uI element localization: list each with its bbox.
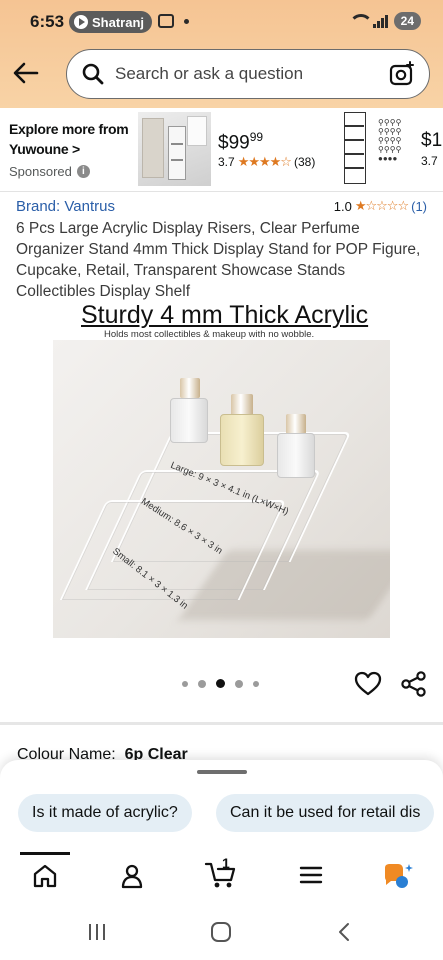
info-icon[interactable]: i (76, 165, 90, 178)
image-heading: Sturdy 4 mm Thick Acrylic (81, 301, 369, 329)
sponsored-label[interactable]: Sponsored i (9, 164, 90, 179)
chevron-right-icon: > (71, 141, 80, 157)
status-bar: 6:53 Shatranj 24 (0, 0, 443, 44)
product-title: 6 Pcs Large Acrylic Display Risers, Clea… (16, 220, 421, 300)
menu-icon[interactable] (298, 862, 324, 888)
notification-dot-icon (184, 19, 189, 24)
system-indicators: 24 (348, 12, 421, 30)
product-photo: Large: 9 × 3 × 4.1 in (L×W×H) Medium: 8.… (53, 340, 390, 638)
back-arrow-icon[interactable] (13, 62, 39, 84)
carousel-dot[interactable] (253, 680, 259, 687)
sponsored-product-rating: 3.7 ★★★★☆ (38) (218, 154, 316, 169)
sponsored-product-price: $9999 (218, 130, 264, 154)
home-icon[interactable] (31, 862, 59, 890)
image-subheading: Holds most collectibles & makeup with no… (104, 329, 315, 340)
screen-share-chip[interactable]: Shatranj (69, 11, 153, 33)
share-icon[interactable] (400, 670, 428, 698)
search-icon (82, 63, 104, 85)
product-rating[interactable]: 1.0 ★☆☆☆☆ (1) (334, 198, 427, 214)
status-time: 6:53 (30, 12, 65, 31)
wifi-icon (348, 14, 373, 28)
section-divider (0, 722, 443, 725)
screen-share-label: Shatranj (92, 14, 145, 30)
system-navigation-bar (0, 902, 443, 960)
account-icon[interactable] (118, 862, 146, 890)
screenshot-icon (158, 14, 174, 28)
perfume-bottle (170, 398, 208, 443)
carousel-dot-active[interactable] (216, 679, 225, 688)
rufus-assistant-icon[interactable] (382, 862, 414, 890)
perfume-bottle (220, 414, 264, 466)
star-rating-icon: ★☆☆☆☆ (354, 198, 409, 213)
cart-button[interactable]: 1 (204, 855, 238, 895)
battery-icon: 24 (393, 12, 421, 30)
home-button-icon[interactable] (210, 922, 232, 942)
search-row: Search or ask a question (0, 46, 443, 102)
carousel-dot[interactable] (198, 679, 206, 688)
heart-icon[interactable] (354, 670, 382, 698)
sponsored-product-price-2: $1 (421, 130, 443, 151)
ask-suggestions-sheet: Is it made of acrylic? Can it be used fo… (0, 760, 443, 852)
cart-count: 1 (222, 855, 230, 871)
system-back-icon[interactable] (336, 922, 352, 942)
active-tab-indicator (20, 852, 70, 855)
cart-icon (204, 862, 236, 888)
bottom-navigation: 1 (0, 852, 443, 902)
search-placeholder: Search or ask a question (115, 64, 304, 83)
recent-apps-icon[interactable] (86, 922, 108, 942)
sponsored-banner[interactable]: Explore more from Yuwoune > Sponsored i … (0, 108, 443, 192)
star-rating-icon: ★★★★☆ (237, 154, 292, 169)
search-input[interactable]: Search or ask a question (66, 49, 430, 99)
carousel-dot[interactable] (182, 680, 188, 687)
camera-search-icon[interactable] (389, 61, 415, 87)
suggestion-chip[interactable]: Is it made of acrylic? (18, 794, 192, 832)
signal-icon (372, 14, 388, 28)
perfume-bottle (277, 433, 315, 478)
sponsor-brand-link[interactable]: Explore more from Yuwoune > (9, 119, 129, 159)
app-header: 6:53 Shatranj 24 Search or ask a questio… (0, 0, 443, 108)
sponsored-product-image-2[interactable]: ⚲⚲⚲⚲ ⚲⚲⚲⚲ ⚲⚲⚲⚲ ⚲⚲⚲⚲ ●●●● (338, 112, 420, 190)
drag-handle[interactable] (197, 770, 247, 774)
product-image[interactable]: Sturdy 4 mm Thick Acrylic Holds most col… (53, 300, 390, 640)
sponsored-product-image[interactable] (138, 112, 211, 186)
play-icon (74, 15, 88, 29)
carousel-dot[interactable] (235, 679, 243, 688)
suggestion-chip[interactable]: Can it be used for retail dis (216, 794, 435, 832)
sponsored-product-rating-2: 3.7 (421, 154, 438, 168)
carousel-indicator[interactable] (182, 679, 259, 688)
brand-link[interactable]: Brand: Vantrus (16, 198, 115, 215)
